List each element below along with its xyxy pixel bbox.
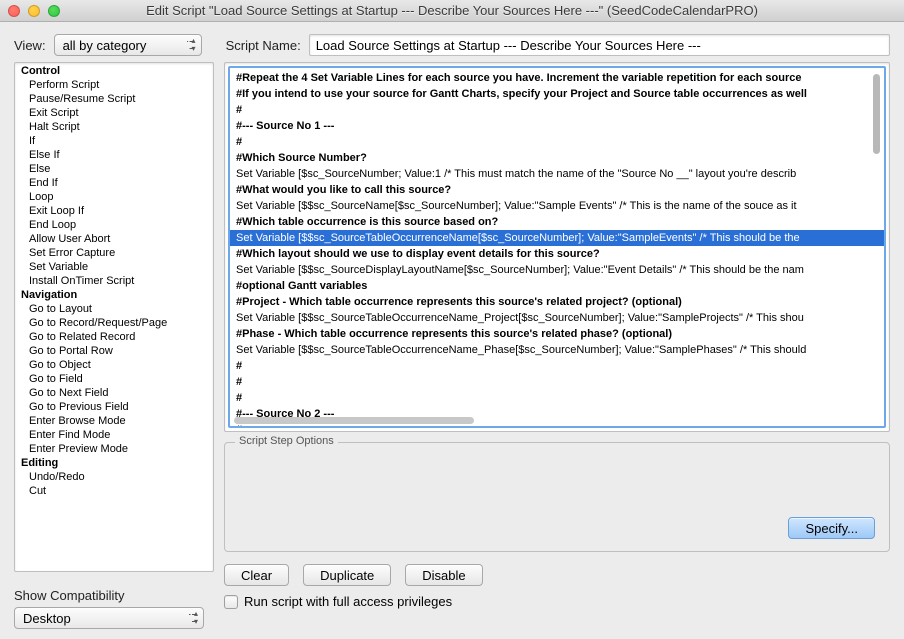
list-item[interactable]: End If [15,176,213,190]
script-line[interactable]: #Which layout should we use to display e… [230,246,884,262]
list-item[interactable]: Go to Previous Field [15,400,213,414]
top-row: View: all by category ▴▾ Script Name: [14,34,890,56]
scrollbar-vertical[interactable] [873,74,880,154]
full-access-row: Run script with full access privileges [224,594,890,609]
script-name-input[interactable] [309,34,890,56]
titlebar: Edit Script "Load Source Settings at Sta… [0,0,904,22]
list-item[interactable]: Go to Related Record [15,330,213,344]
list-item[interactable]: Allow User Abort [15,232,213,246]
close-icon[interactable] [8,5,20,17]
view-select-value: all by category [63,38,147,53]
list-item[interactable]: Else If [15,148,213,162]
window-title: Edit Script "Load Source Settings at Sta… [8,3,896,18]
list-item[interactable]: Go to Field [15,372,213,386]
specify-button-label: Specify... [805,521,858,536]
list-item[interactable]: Go to Record/Request/Page [15,316,213,330]
script-line[interactable]: Set Variable [$sc_SourceNumber; Value:1 … [230,166,884,182]
list-item[interactable]: Go to Portal Row [15,344,213,358]
list-item[interactable]: Enter Preview Mode [15,442,213,456]
script-line[interactable]: # [230,390,884,406]
list-item[interactable]: Undo/Redo [15,470,213,484]
script-editor-wrap: #Repeat the 4 Set Variable Lines for eac… [224,62,890,432]
script-line[interactable]: #Repeat the 4 Set Variable Lines for eac… [230,70,884,86]
script-steps-list[interactable]: ControlPerform ScriptPause/Resume Script… [14,62,214,572]
list-item[interactable]: Else [15,162,213,176]
scrollbar-horizontal[interactable] [234,417,474,424]
script-line[interactable]: Set Variable [$$sc_SourceTableOccurrence… [230,342,884,358]
compat-select[interactable]: Desktop ▴▾ [14,607,204,629]
compat-label: Show Compatibility [14,588,214,603]
view-select[interactable]: all by category ▴▾ [54,34,202,56]
list-item[interactable]: Enter Browse Mode [15,414,213,428]
script-line[interactable]: # [230,358,884,374]
updown-icon: ▴▾ [194,610,198,626]
script-line[interactable]: #Phase - Which table occurrence represen… [230,326,884,342]
list-item[interactable]: If [15,134,213,148]
left-column: ControlPerform ScriptPause/Resume Script… [14,62,214,629]
script-line[interactable]: #Project - Which table occurrence repres… [230,294,884,310]
list-item[interactable]: Exit Loop If [15,204,213,218]
disable-button[interactable]: Disable [405,564,482,586]
script-line[interactable]: #--- Source No 1 --- [230,118,884,134]
list-item[interactable]: Halt Script [15,120,213,134]
list-category: Navigation [15,288,213,302]
list-item[interactable]: Go to Layout [15,302,213,316]
list-item[interactable]: Perform Script [15,78,213,92]
list-category: Control [15,64,213,78]
list-item[interactable]: Enter Find Mode [15,428,213,442]
script-line[interactable]: Set Variable [$$sc_SourceName[$sc_Source… [230,198,884,214]
script-line[interactable]: # [230,374,884,390]
list-item[interactable]: Go to Object [15,358,213,372]
button-row: Clear Duplicate Disable [224,564,890,586]
script-line[interactable]: #Which table occurrence is this source b… [230,214,884,230]
compat-select-value: Desktop [23,611,71,626]
main-area: ControlPerform ScriptPause/Resume Script… [14,62,890,629]
list-category: Editing [15,456,213,470]
full-access-checkbox[interactable] [224,595,238,609]
specify-button[interactable]: Specify... [788,517,875,539]
right-column: #Repeat the 4 Set Variable Lines for eac… [224,62,890,629]
script-step-options: Script Step Options Specify... [224,442,890,552]
script-line[interactable]: # [230,134,884,150]
script-line[interactable]: # [230,102,884,118]
options-title: Script Step Options [235,435,338,447]
list-item[interactable]: Install OnTimer Script [15,274,213,288]
full-access-label: Run script with full access privileges [244,594,452,609]
list-item[interactable]: Set Variable [15,260,213,274]
duplicate-button[interactable]: Duplicate [303,564,391,586]
content: View: all by category ▴▾ Script Name: Co… [0,22,904,639]
clear-button[interactable]: Clear [224,564,289,586]
script-name-label: Script Name: [226,38,301,53]
list-item[interactable]: Exit Script [15,106,213,120]
script-line[interactable]: #optional Gantt variables [230,278,884,294]
compat-area: Show Compatibility Desktop ▴▾ [14,588,214,629]
script-line[interactable]: #What would you like to call this source… [230,182,884,198]
list-item[interactable]: Go to Next Field [15,386,213,400]
window-controls [8,5,60,17]
script-line[interactable]: Set Variable [$$sc_SourceTableOccurrence… [230,310,884,326]
view-label: View: [14,38,46,53]
list-item[interactable]: Cut [15,484,213,498]
list-item[interactable]: Pause/Resume Script [15,92,213,106]
updown-icon: ▴▾ [192,37,196,53]
script-line[interactable]: #If you intend to use your source for Ga… [230,86,884,102]
list-item[interactable]: End Loop [15,218,213,232]
script-line[interactable]: #Which Source Number? [230,150,884,166]
list-item[interactable]: Loop [15,190,213,204]
zoom-icon[interactable] [48,5,60,17]
script-editor[interactable]: #Repeat the 4 Set Variable Lines for eac… [228,66,886,428]
script-line[interactable]: Set Variable [$$sc_SourceTableOccurrence… [230,230,884,246]
script-line[interactable]: Set Variable [$$sc_SourceDisplayLayoutNa… [230,262,884,278]
minimize-icon[interactable] [28,5,40,17]
list-item[interactable]: Set Error Capture [15,246,213,260]
